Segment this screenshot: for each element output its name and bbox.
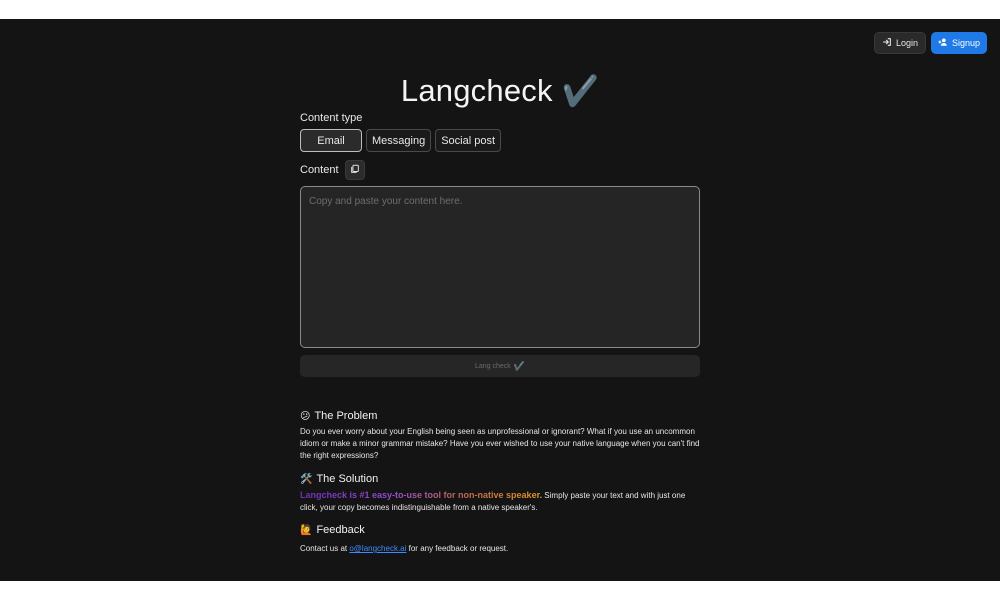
- tools-icon: 🛠️: [300, 473, 313, 485]
- title-text: Langcheck: [400, 73, 553, 108]
- signup-button[interactable]: Signup: [930, 32, 987, 54]
- main-panel: Langcheck ✔️ Content type Email Messagin…: [300, 69, 700, 553]
- content-type-label: Content type: [300, 112, 363, 124]
- app-window: Login Signup Langcheck ✔️ Content type E…: [0, 19, 1000, 581]
- problem-heading: 😕 The Problem: [300, 409, 700, 423]
- solution-body: Langcheck is #1 easy-to-use tool for non…: [300, 489, 700, 514]
- feedback-prefix: Contact us at: [300, 544, 350, 553]
- content-type-social-post[interactable]: Social post: [435, 129, 502, 152]
- copy-button[interactable]: [344, 160, 365, 180]
- content-type-messaging[interactable]: Messaging: [366, 129, 432, 152]
- content-textarea[interactable]: [300, 186, 700, 348]
- confused-face-icon: 😕: [300, 410, 311, 422]
- feedback-heading-text: Feedback: [316, 524, 365, 536]
- signup-label: Signup: [951, 38, 980, 48]
- lang-check-button[interactable]: Lang check ✔️: [300, 355, 700, 377]
- feedback-heading: 🙋 Feedback: [300, 523, 700, 537]
- solution-section: 🛠️ The Solution Langcheck is #1 easy-to-…: [300, 472, 700, 514]
- content-type-email[interactable]: Email: [300, 129, 362, 152]
- solution-heading-text: The Solution: [316, 473, 379, 485]
- login-icon: [882, 37, 892, 49]
- add-user-icon: [938, 37, 948, 49]
- feedback-email-link[interactable]: o@langcheck.ai: [349, 544, 406, 553]
- problem-heading-text: The Problem: [314, 410, 378, 422]
- feedback-suffix: for any feedback or request.: [406, 544, 509, 553]
- content-label: Content: [300, 164, 339, 176]
- raising-hand-icon: 🙋: [300, 524, 313, 536]
- content-type-selector: Email Messaging Social post: [300, 129, 502, 152]
- feedback-section: 🙋 Feedback Contact us at o@langcheck.ai …: [300, 523, 700, 555]
- content-label-row: Content: [300, 160, 365, 180]
- lang-check-label: Lang check: [474, 362, 511, 370]
- login-label: Login: [895, 38, 918, 48]
- title-check-emoji: ✔️: [561, 75, 600, 108]
- problem-section: 😕 The Problem Do you ever worry about yo…: [300, 409, 700, 462]
- page-title: Langcheck ✔️: [300, 69, 700, 113]
- top-bar: Login Signup: [873, 32, 987, 54]
- solution-highlight: Langcheck is #1 easy-to-use tool for non…: [300, 490, 543, 500]
- problem-body: Do you ever worry about your English bei…: [300, 427, 700, 460]
- solution-heading: 🛠️ The Solution: [300, 472, 700, 486]
- lang-check-emoji: ✔️: [513, 360, 526, 371]
- feedback-body: Contact us at o@langcheck.ai for any fee…: [300, 543, 700, 555]
- login-button[interactable]: Login: [873, 32, 926, 54]
- copy-icon: [350, 161, 360, 179]
